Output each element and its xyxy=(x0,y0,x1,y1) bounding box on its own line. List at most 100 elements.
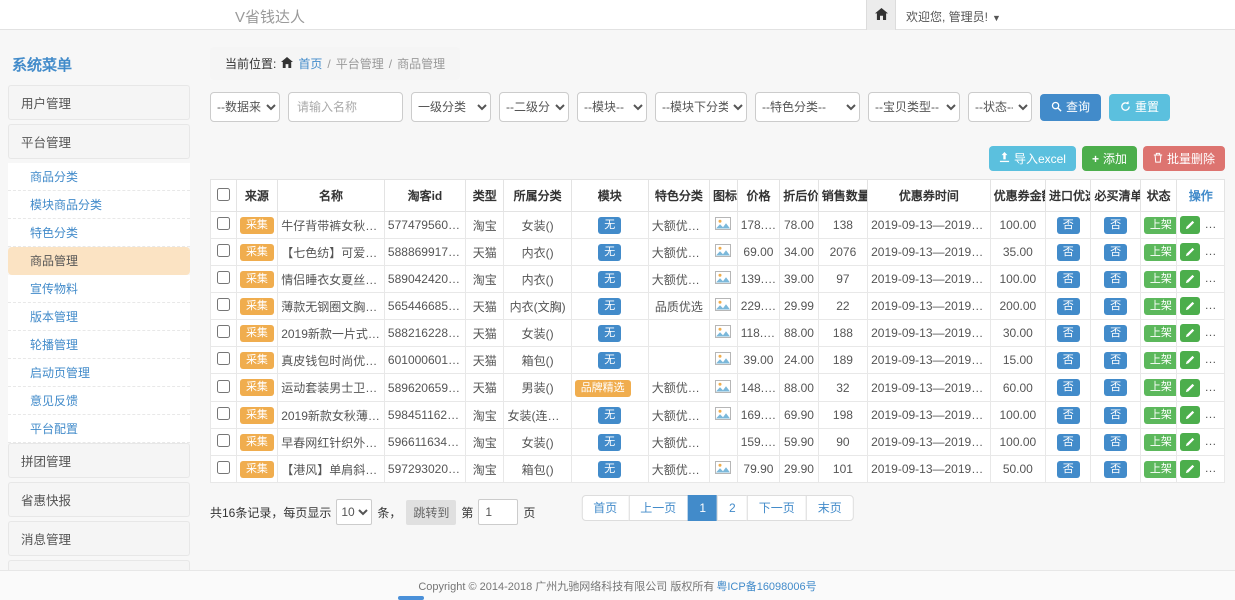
must-buy-toggle[interactable]: 否 xyxy=(1104,461,1127,478)
sidebar-subitem-8[interactable]: 轮播管理 xyxy=(8,331,190,359)
status-toggle[interactable]: 上架 xyxy=(1144,298,1177,315)
filter-select-2[interactable]: --模块-- xyxy=(577,92,647,122)
must-buy-toggle[interactable]: 否 xyxy=(1104,434,1127,451)
status-toggle[interactable]: 上架 xyxy=(1144,352,1177,369)
sidebar-subitem-11[interactable]: 平台配置 xyxy=(8,415,190,443)
filter-select-1[interactable]: --二级分类-- xyxy=(499,92,569,122)
search-button[interactable]: 查询 xyxy=(1040,94,1101,121)
status-toggle[interactable]: 上架 xyxy=(1144,379,1177,396)
reset-button[interactable]: 重置 xyxy=(1109,94,1170,121)
home-button[interactable] xyxy=(866,0,896,30)
status-toggle[interactable]: 上架 xyxy=(1144,244,1177,261)
module-badge[interactable]: 无 xyxy=(598,407,621,424)
filter-select-6[interactable]: --状态-- xyxy=(968,92,1032,122)
name-search-input[interactable] xyxy=(288,92,403,122)
sidebar-subitem-7[interactable]: 版本管理 xyxy=(8,303,190,331)
row-checkbox[interactable] xyxy=(217,352,230,365)
horizontal-scrollbar-thumb[interactable] xyxy=(398,596,424,600)
must-buy-toggle[interactable]: 否 xyxy=(1104,298,1127,315)
status-toggle[interactable]: 上架 xyxy=(1144,325,1177,342)
edit-button[interactable] xyxy=(1180,460,1200,478)
import-choice-toggle[interactable]: 否 xyxy=(1057,325,1080,342)
must-buy-toggle[interactable]: 否 xyxy=(1104,217,1127,234)
must-buy-toggle[interactable]: 否 xyxy=(1104,325,1127,342)
pager-btn-5[interactable]: 末页 xyxy=(806,495,854,521)
pager-btn-3[interactable]: 2 xyxy=(717,495,748,521)
module-badge[interactable]: 无 xyxy=(598,298,621,315)
status-toggle[interactable]: 上架 xyxy=(1144,461,1177,478)
status-toggle[interactable]: 上架 xyxy=(1144,407,1177,424)
batch-delete-button[interactable]: 批量删除 xyxy=(1143,146,1225,171)
must-buy-toggle[interactable]: 否 xyxy=(1104,352,1127,369)
must-buy-toggle[interactable]: 否 xyxy=(1104,379,1127,396)
edit-button[interactable] xyxy=(1180,297,1200,315)
import-choice-toggle[interactable]: 否 xyxy=(1057,352,1080,369)
module-badge[interactable]: 无 xyxy=(598,217,621,234)
sidebar-item-13[interactable]: 省惠快报 xyxy=(8,482,190,517)
edit-button[interactable] xyxy=(1180,324,1200,342)
sidebar-subitem-9[interactable]: 启动页管理 xyxy=(8,359,190,387)
module-badge[interactable]: 无 xyxy=(598,271,621,288)
row-checkbox[interactable] xyxy=(217,217,230,230)
pager-btn-2[interactable]: 1 xyxy=(687,495,718,521)
edit-button[interactable] xyxy=(1180,433,1200,451)
sidebar-subitem-6[interactable]: 宣传物料 xyxy=(8,275,190,303)
sidebar-item-0[interactable]: 用户管理 xyxy=(8,85,190,120)
import-choice-toggle[interactable]: 否 xyxy=(1057,244,1080,261)
row-checkbox[interactable] xyxy=(217,434,230,447)
module-badge[interactable]: 无 xyxy=(598,434,621,451)
user-menu[interactable]: 欢迎您, 管理员!▼ xyxy=(906,8,1001,25)
row-checkbox[interactable] xyxy=(217,407,230,420)
sidebar-item-12[interactable]: 拼团管理 xyxy=(8,443,190,478)
edit-button[interactable] xyxy=(1180,243,1200,261)
import-choice-toggle[interactable]: 否 xyxy=(1057,271,1080,288)
sidebar-subitem-3[interactable]: 模块商品分类 xyxy=(8,191,190,219)
module-badge[interactable]: 无 xyxy=(598,352,621,369)
module-badge[interactable]: 无 xyxy=(598,461,621,478)
must-buy-toggle[interactable]: 否 xyxy=(1104,407,1127,424)
sidebar-item-1[interactable]: 平台管理 xyxy=(8,124,190,159)
add-button[interactable]: + 添加 xyxy=(1082,146,1137,171)
icp-link[interactable]: 粤ICP备16098006号 xyxy=(716,578,816,594)
edit-button[interactable] xyxy=(1180,406,1200,424)
import-choice-toggle[interactable]: 否 xyxy=(1057,434,1080,451)
row-checkbox[interactable] xyxy=(217,461,230,474)
status-toggle[interactable]: 上架 xyxy=(1144,271,1177,288)
import-choice-toggle[interactable]: 否 xyxy=(1057,217,1080,234)
filter-select-5[interactable]: --宝贝类型-- xyxy=(868,92,960,122)
jump-button[interactable]: 跳转到 xyxy=(406,500,456,525)
sidebar-subitem-10[interactable]: 意见反馈 xyxy=(8,387,190,415)
module-badge[interactable]: 无 xyxy=(598,244,621,261)
module-badge[interactable]: 无 xyxy=(598,325,621,342)
edit-button[interactable] xyxy=(1180,379,1200,397)
row-checkbox[interactable] xyxy=(217,298,230,311)
edit-button[interactable] xyxy=(1180,216,1200,234)
jump-page-input[interactable] xyxy=(478,499,518,525)
row-checkbox[interactable] xyxy=(217,244,230,257)
sidebar-subitem-5[interactable]: 商品管理 xyxy=(8,247,190,275)
must-buy-toggle[interactable]: 否 xyxy=(1104,244,1127,261)
import-choice-toggle[interactable]: 否 xyxy=(1057,298,1080,315)
import-choice-toggle[interactable]: 否 xyxy=(1057,407,1080,424)
filter-select-3[interactable]: --模块下分类-- xyxy=(655,92,747,122)
row-checkbox[interactable] xyxy=(217,380,230,393)
pager-btn-4[interactable]: 下一页 xyxy=(747,495,807,521)
sidebar-subitem-4[interactable]: 特色分类 xyxy=(8,219,190,247)
pager-btn-0[interactable]: 首页 xyxy=(581,495,629,521)
select-all-checkbox[interactable] xyxy=(217,188,230,201)
sidebar-item-14[interactable]: 消息管理 xyxy=(8,521,190,556)
row-checkbox[interactable] xyxy=(217,325,230,338)
row-checkbox[interactable] xyxy=(217,271,230,284)
pager-btn-1[interactable]: 上一页 xyxy=(628,495,688,521)
sidebar-subitem-2[interactable]: 商品分类 xyxy=(8,163,190,191)
edit-button[interactable] xyxy=(1180,351,1200,369)
filter-select-4[interactable]: --特色分类-- xyxy=(755,92,860,122)
filter-select-0[interactable]: 一级分类 xyxy=(411,92,491,122)
status-toggle[interactable]: 上架 xyxy=(1144,217,1177,234)
breadcrumb-home-link[interactable]: 首页 xyxy=(298,55,322,72)
import-excel-button[interactable]: 导入excel xyxy=(989,146,1076,171)
must-buy-toggle[interactable]: 否 xyxy=(1104,271,1127,288)
import-choice-toggle[interactable]: 否 xyxy=(1057,379,1080,396)
filter-select-source-0[interactable]: --数据来源-- xyxy=(210,92,280,122)
import-choice-toggle[interactable]: 否 xyxy=(1057,461,1080,478)
